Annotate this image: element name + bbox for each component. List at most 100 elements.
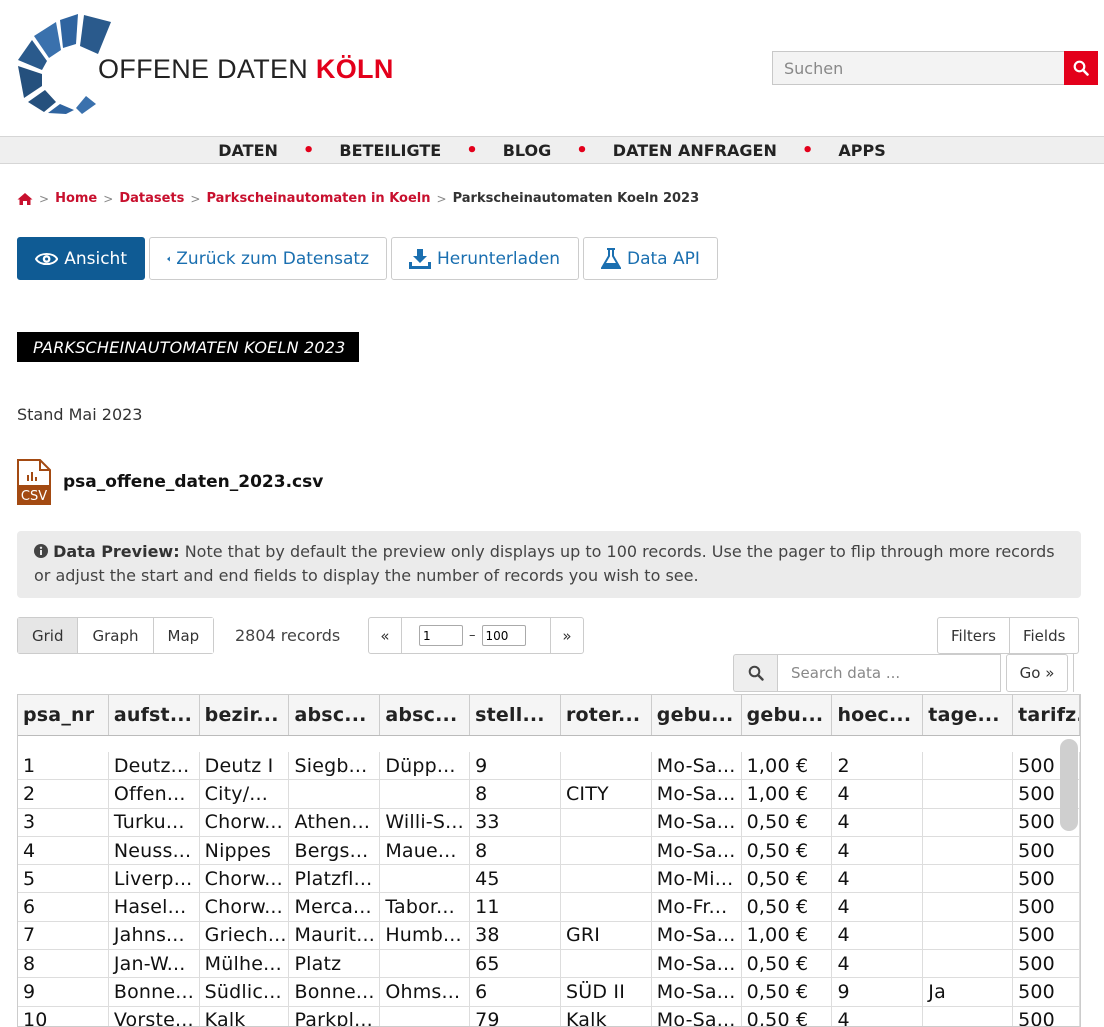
column-header[interactable]: psa_nr (18, 695, 109, 735)
site-logo[interactable]: OFFENE DATEN KÖLN (16, 14, 393, 114)
nav-item-daten[interactable]: DATEN (218, 141, 278, 160)
home-icon[interactable] (17, 192, 33, 206)
column-header[interactable]: bezir... (200, 695, 290, 735)
table-cell: Maue... (380, 836, 471, 865)
nav-separator: • (576, 139, 588, 161)
data-api-button[interactable]: Data API (583, 237, 718, 280)
column-header[interactable]: hoec... (832, 695, 924, 735)
table-cell: Chorw... (200, 893, 290, 921)
data-search-input[interactable]: Search data ... (777, 654, 1001, 692)
column-header[interactable]: stell... (470, 695, 561, 735)
breadcrumb-separator: > (103, 191, 114, 206)
notice-text: Note that by default the preview only di… (34, 542, 1055, 585)
table-cell: 1,00 € (742, 780, 833, 808)
table-cell: Mo-Sa... (652, 950, 742, 978)
back-to-dataset-button[interactable]: Zurück zum Datensatz (149, 237, 387, 280)
table-cell: 4 (832, 921, 924, 950)
column-header[interactable]: tage... (923, 695, 1014, 735)
pager-next-button[interactable]: » (551, 618, 583, 653)
table-cell: Mo-Sa... (652, 921, 742, 950)
breadcrumb-datasets[interactable]: Datasets (119, 191, 184, 206)
table-row[interactable]: 2 Offen... City/... 8 CITY Mo-Sa... 1,00 €4 500 (18, 780, 1080, 809)
table-cell: City/... (200, 780, 290, 808)
table-cell (561, 836, 652, 865)
pager-dash: – (469, 628, 476, 643)
table-row[interactable]: 6 Hasel... Chorw... Merca... Tabor... 11 Mo-Fr… (18, 893, 1080, 922)
table-cell: Jan-W... (109, 950, 200, 978)
table-cell: 500 (1013, 950, 1080, 978)
table-cell (923, 1006, 1014, 1026)
table-cell: 1,00 € (742, 752, 833, 780)
site-search-button[interactable] (1064, 51, 1098, 85)
table-cell (923, 752, 1014, 780)
table-row[interactable]: 5 Liverp... Chorw... Platzfl... 45 Mo-Mi... 0,… (18, 865, 1080, 894)
nav-item-beteiligte[interactable]: BETEILIGTE (339, 141, 441, 160)
table-cell: 4 (832, 893, 924, 921)
column-header[interactable]: gebu... (652, 695, 742, 735)
nav-item-daten-anfragen[interactable]: DATEN ANFRAGEN (613, 141, 777, 160)
data-search-icon-box (733, 654, 777, 692)
table-cell: 8 (18, 950, 109, 978)
table-row[interactable]: 8 Jan-W... Mülhe... Platz 65 Mo-Sa... 0,50 €4 5… (18, 950, 1080, 979)
pager-prev-button[interactable]: « (369, 618, 401, 653)
table-cell: 4 (832, 950, 924, 978)
pager-from-input[interactable] (419, 625, 463, 646)
tab-graph[interactable]: Graph (78, 618, 154, 653)
table-row[interactable]: 1 Deutz... Deutz I Siegb... Düpp... 9 Mo-Sa...… (18, 752, 1080, 781)
view-button[interactable]: Ansicht (17, 237, 145, 280)
data-search-placeholder: Search data ... (791, 664, 901, 682)
table-cell: 500 (1013, 893, 1080, 921)
table-cell: Griech... (200, 921, 290, 950)
table-row[interactable]: 9 Bonne... Südlic... Bonne... Ohms... 6 SÜD II… (18, 978, 1080, 1007)
breadcrumb-dataset[interactable]: Parkscheinautomaten in Koeln (206, 191, 430, 206)
table-cell (380, 1006, 471, 1026)
resource-file[interactable]: CSV psa_offene_daten_2023.csv (17, 459, 323, 505)
column-header[interactable]: aufst... (109, 695, 200, 735)
column-header[interactable]: roter... (561, 695, 652, 735)
table-cell: 0,50 € (742, 836, 833, 865)
download-button-label: Herunterladen (437, 248, 561, 269)
table-cell: 500 (1013, 865, 1080, 893)
table-cell: Deutz I (200, 752, 290, 780)
table-row[interactable]: 7 Jahns... Griech... Maurit... Humb... 38 GRI M… (18, 921, 1080, 951)
table-cell (923, 950, 1014, 978)
record-count: 2804 records (235, 626, 341, 645)
column-header[interactable]: absc... (289, 695, 381, 735)
tab-map[interactable]: Map (153, 618, 214, 653)
grid-body: 1 Deutz... Deutz I Siegb... Düpp... 9 Mo-Sa...… (18, 736, 1080, 1026)
table-row[interactable]: 10 Vorste... Kalk Parkpl... 79 Kalk Mo-Sa... 0,… (18, 1006, 1080, 1026)
fields-button[interactable]: Fields (1010, 618, 1078, 653)
column-header[interactable]: tarifz... (1013, 695, 1080, 735)
table-cell: 8 (470, 780, 561, 808)
table-row[interactable]: 4 Neuss... Nippes Bergs... Maue... 8 Mo-Sa... 0… (18, 836, 1080, 866)
table-cell: Bonne... (289, 978, 381, 1006)
table-cell: 0,50 € (742, 950, 833, 978)
nav-item-apps[interactable]: APPS (838, 141, 885, 160)
filters-button[interactable]: Filters (938, 618, 1010, 653)
column-header[interactable]: gebu... (742, 695, 833, 735)
pager-to-input[interactable] (481, 625, 526, 646)
table-cell: 6 (470, 978, 561, 1006)
table-row[interactable]: 3 Turku... Chorw... Athen... Willi-S... 33 Mo-… (18, 808, 1080, 837)
download-icon (409, 248, 431, 269)
table-cell: 4 (832, 1006, 924, 1026)
breadcrumb-home[interactable]: Home (55, 191, 97, 206)
table-cell: 7 (18, 921, 109, 950)
site-search-input[interactable]: Suchen (772, 51, 1064, 85)
grid-scrollbar[interactable] (1060, 739, 1078, 831)
data-search-go-button[interactable]: Go » (1006, 654, 1068, 692)
view-tabs: Grid Graph Map (17, 617, 215, 654)
table-cell: Mo-Sa... (652, 780, 742, 808)
download-button[interactable]: Herunterladen (391, 237, 579, 280)
table-cell: 500 (1013, 978, 1080, 1006)
nav-separator: • (801, 139, 814, 161)
table-cell: 9 (832, 978, 924, 1006)
table-cell: 2 (18, 780, 109, 808)
column-header[interactable]: absc... (380, 695, 471, 735)
nav-item-blog[interactable]: BLOG (503, 141, 552, 160)
breadcrumb-separator: > (190, 191, 201, 206)
site-search-placeholder: Suchen (784, 58, 844, 78)
tab-grid[interactable]: Grid (18, 618, 79, 653)
table-cell: Mo-Sa... (652, 836, 742, 865)
table-cell: 0,50 € (742, 978, 833, 1006)
